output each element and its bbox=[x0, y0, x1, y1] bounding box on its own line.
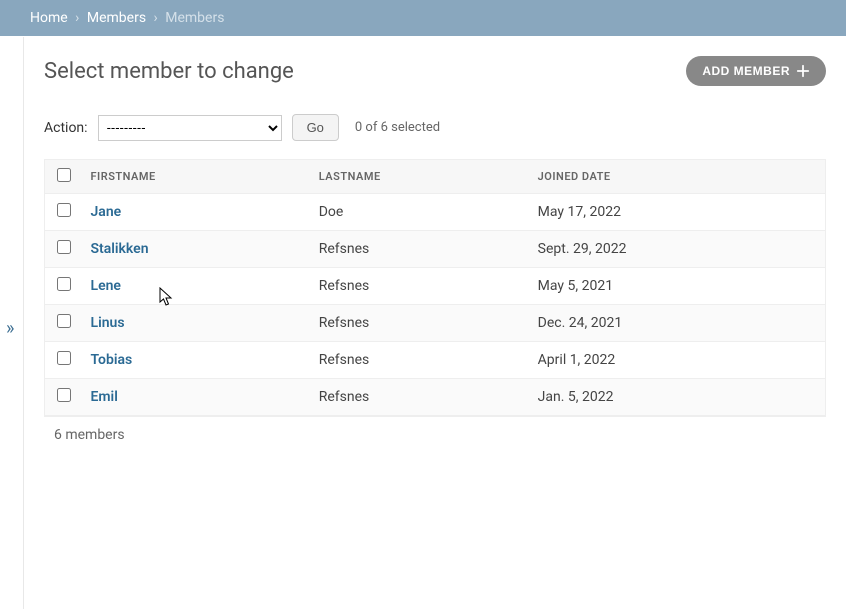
joined-cell: Sept. 29, 2022 bbox=[530, 231, 826, 268]
table-row: Jane DoeMay 17, 2022 bbox=[45, 194, 826, 231]
table-row: Linus RefsnesDec. 24, 2021 bbox=[45, 305, 826, 342]
table-row: Lene RefsnesMay 5, 2021 bbox=[45, 268, 826, 305]
lastname-cell: Refsnes bbox=[311, 231, 530, 268]
row-checkbox[interactable] bbox=[57, 277, 71, 291]
joined-cell: May 5, 2021 bbox=[530, 268, 826, 305]
divider bbox=[23, 37, 24, 609]
member-link[interactable]: Jane bbox=[91, 204, 122, 220]
member-link[interactable]: Lene bbox=[91, 278, 121, 294]
row-checkbox[interactable] bbox=[57, 388, 71, 402]
go-button[interactable]: Go bbox=[292, 114, 339, 141]
lastname-cell: Refsnes bbox=[311, 305, 530, 342]
action-select[interactable]: --------- bbox=[98, 115, 282, 141]
row-checkbox[interactable] bbox=[57, 351, 71, 365]
add-member-button[interactable]: ADD MEMBER bbox=[686, 56, 826, 86]
row-checkbox[interactable] bbox=[57, 203, 71, 217]
row-checkbox[interactable] bbox=[57, 240, 71, 254]
select-all-checkbox[interactable] bbox=[57, 168, 71, 182]
plus-icon bbox=[796, 64, 810, 78]
member-link[interactable]: Tobias bbox=[91, 352, 133, 368]
lastname-cell: Refsnes bbox=[311, 342, 530, 379]
breadcrumb-sep: › bbox=[75, 10, 79, 26]
member-link[interactable]: Emil bbox=[91, 389, 118, 405]
table-row: Tobias RefsnesApril 1, 2022 bbox=[45, 342, 826, 379]
table-row: Emil RefsnesJan. 5, 2022 bbox=[45, 379, 826, 416]
col-firstname[interactable]: FIRSTNAME bbox=[83, 160, 311, 194]
lastname-cell: Doe bbox=[311, 194, 530, 231]
col-joined[interactable]: JOINED DATE bbox=[530, 160, 826, 194]
action-label: Action: bbox=[44, 120, 88, 136]
joined-cell: April 1, 2022 bbox=[530, 342, 826, 379]
joined-cell: Jan. 5, 2022 bbox=[530, 379, 826, 416]
col-lastname[interactable]: LASTNAME bbox=[311, 160, 530, 194]
breadcrumb: Home › Members › Members bbox=[0, 0, 846, 36]
breadcrumb-sep: › bbox=[154, 10, 158, 26]
row-checkbox[interactable] bbox=[57, 314, 71, 328]
member-link[interactable]: Linus bbox=[91, 315, 125, 331]
breadcrumb-home[interactable]: Home bbox=[30, 10, 68, 26]
row-count: 6 members bbox=[44, 416, 826, 453]
table-row: Stalikken RefsnesSept. 29, 2022 bbox=[45, 231, 826, 268]
add-member-label: ADD MEMBER bbox=[702, 64, 790, 78]
member-link[interactable]: Stalikken bbox=[91, 241, 149, 257]
breadcrumb-section[interactable]: Members bbox=[87, 10, 146, 26]
page-title: Select member to change bbox=[44, 59, 294, 84]
joined-cell: May 17, 2022 bbox=[530, 194, 826, 231]
joined-cell: Dec. 24, 2021 bbox=[530, 305, 826, 342]
lastname-cell: Refsnes bbox=[311, 268, 530, 305]
sidebar-toggle[interactable]: » bbox=[6, 318, 14, 339]
breadcrumb-current: Members bbox=[165, 10, 224, 26]
members-table: FIRSTNAME LASTNAME JOINED DATE Jane DoeMa… bbox=[44, 159, 826, 416]
lastname-cell: Refsnes bbox=[311, 379, 530, 416]
selection-count: 0 of 6 selected bbox=[355, 120, 440, 135]
